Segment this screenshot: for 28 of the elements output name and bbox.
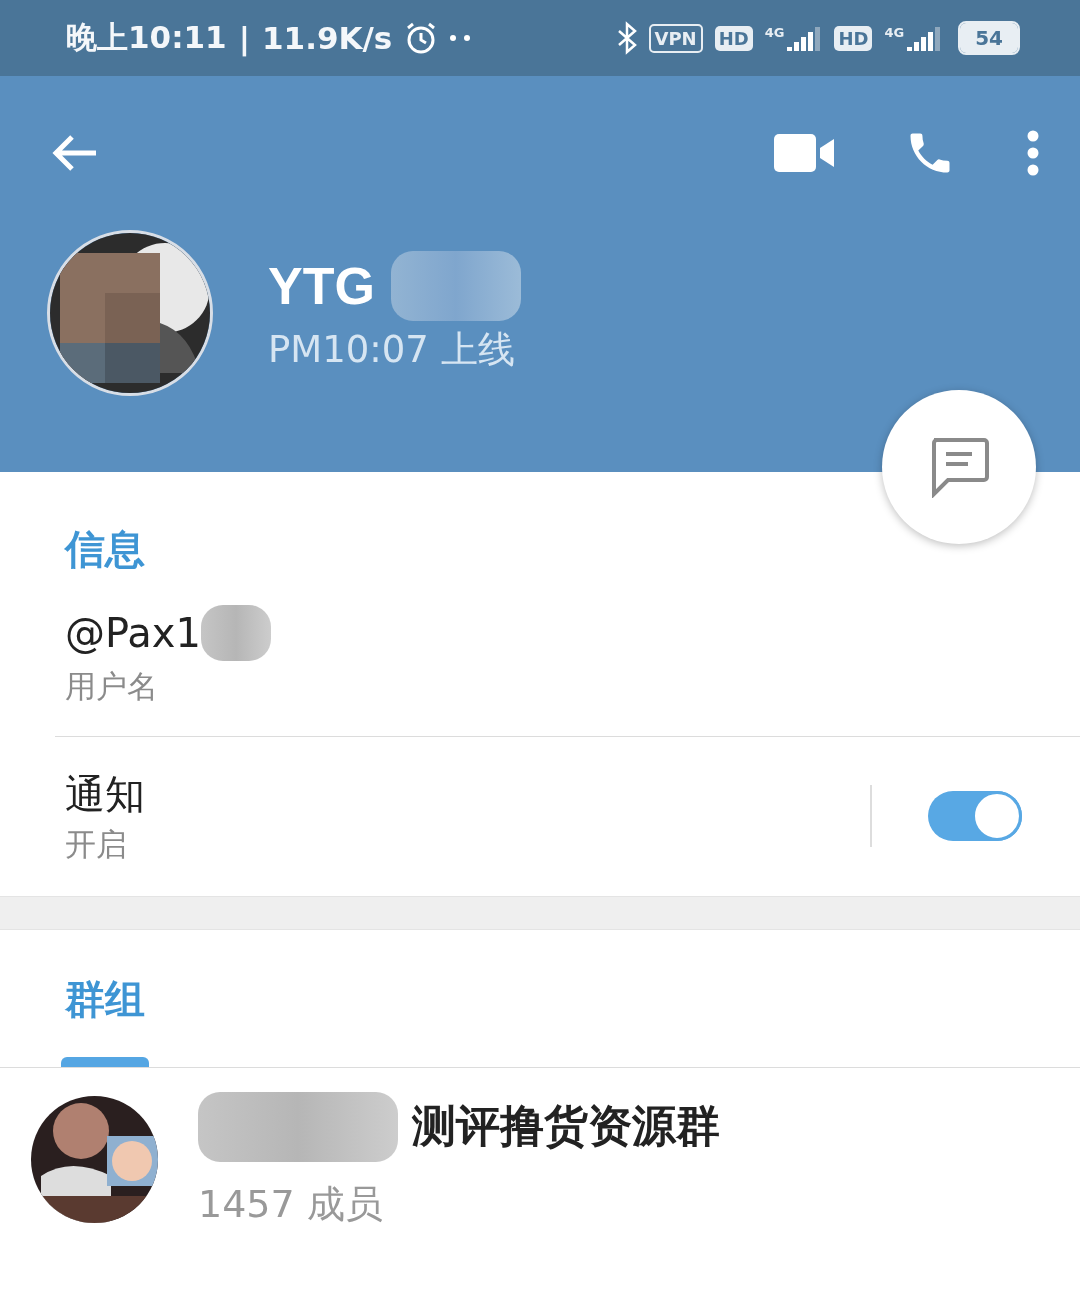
network-type: 4G [884,25,905,40]
signal-icon [786,25,823,51]
signal-icon [906,25,943,51]
member-count: 1457 成员 [198,1181,384,1228]
notifications-status: 开启 [65,824,128,864]
battery-level: 54 [960,23,1018,53]
section-title: 群组 [64,974,146,1024]
contact-name: YTG [268,256,375,316]
username: @Pax1 [65,609,201,658]
network-speed: 11.9K/s [262,20,393,56]
back-button[interactable] [50,133,98,173]
status-time: 晚上10:11 [66,18,227,57]
hd-badge: HD [834,25,873,51]
more-dots-icon [450,35,473,41]
more-menu-button[interactable] [1026,130,1040,176]
video-camera-button[interactable] [774,134,834,172]
last-seen: PM10:07 上线 [268,327,516,373]
hd-badge: HD [714,25,753,51]
bluetooth-icon [616,21,637,55]
vpn-badge: VPN [648,23,703,53]
blur-patch [200,605,271,661]
section-title: 信息 [63,525,146,574]
notifications-switch[interactable] [928,791,1022,842]
notifications-label: 通知 [65,769,146,819]
username-label: 用户名 [65,667,159,706]
group-name: 测评撸货资源群 [412,1099,720,1153]
divider-text: | [238,20,250,56]
network-type: 4G [764,25,785,40]
